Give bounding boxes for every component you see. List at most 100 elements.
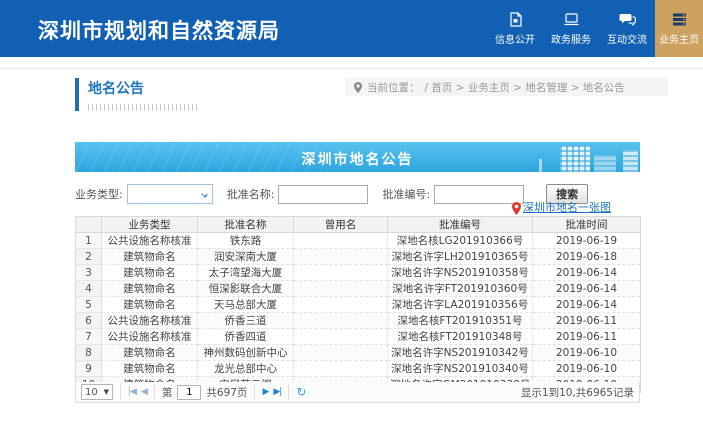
table-row[interactable]: 8 建筑物命名 神州数码创新中心 深地名许字NS201910342号 2019-…	[76, 345, 641, 361]
former-name-cell	[294, 329, 388, 345]
section-title-block: 地名公告	[75, 78, 200, 111]
map-pin-icon	[512, 202, 521, 215]
next-page-button[interactable]: ▶	[262, 387, 268, 397]
business-type-select[interactable]	[127, 184, 213, 204]
business-type-label: 业务类型:	[75, 186, 123, 202]
col-header-name: 批准名称	[198, 217, 294, 233]
table-row[interactable]: 6 公共设施名称核准 侨香三道 深地名核FT201910351号 2019-06…	[76, 313, 641, 329]
page-number-input[interactable]	[177, 385, 201, 400]
row-index-cell: 2	[76, 249, 102, 265]
approved-name-input[interactable]	[278, 185, 368, 204]
banner-building-graphic	[594, 155, 616, 172]
table-row[interactable]: 7 公共设施名称核准 侨香四道 深地名核FT201910348号 2019-06…	[76, 329, 641, 345]
approval-code-cell: 深地名许字LH201910365号	[388, 249, 533, 265]
map-link-label: 深圳市地名一张图	[523, 199, 611, 215]
approval-date-cell: 2019-06-10	[533, 361, 641, 377]
approval-code-cell: 深地名许字NS201910358号	[388, 265, 533, 281]
nav-item-gov-services[interactable]: 政务服务	[543, 0, 599, 57]
table-body: 1 公共设施名称核准 铁东路 深地名核LG201910366号 2019-06-…	[76, 233, 641, 393]
top-nav: 信息公开 政务服务 互动交流	[487, 0, 655, 57]
nav-label: 互动交流	[607, 31, 647, 46]
approved-name-label: 批准名称:	[227, 186, 275, 202]
approved-name-cell: 侨香四道	[198, 329, 294, 345]
col-header-former: 曾用名	[294, 217, 388, 233]
business-type-cell: 建筑物命名	[102, 345, 198, 361]
monitor-icon	[563, 12, 580, 27]
business-type-cell: 建筑物命名	[102, 361, 198, 377]
former-name-cell	[294, 345, 388, 361]
divider	[154, 385, 155, 399]
row-index-cell: 3	[76, 265, 102, 281]
refresh-button[interactable]: ↻	[296, 385, 306, 399]
business-type-cell: 建筑物命名	[102, 265, 198, 281]
business-type-cell: 建筑物命名	[102, 249, 198, 265]
divider	[120, 385, 121, 399]
business-type-cell: 公共设施名称核准	[102, 329, 198, 345]
row-index-cell: 1	[76, 233, 102, 249]
former-name-cell	[294, 313, 388, 329]
col-header-code: 批准编号	[388, 217, 533, 233]
announcements-table: 业务类型 批准名称 曾用名 批准编号 批准时间 1 公共设施名称核准 铁东路 深…	[75, 216, 641, 393]
total-pages-label: 共697页	[206, 385, 247, 400]
business-type-cell: 建筑物命名	[102, 281, 198, 297]
approval-code-cell: 深地名许字LA201910356号	[388, 297, 533, 313]
approval-date-cell: 2019-06-19	[533, 233, 641, 249]
approval-code-cell: 深地名许字FT201910360号	[388, 281, 533, 297]
row-index-cell: 6	[76, 313, 102, 329]
approval-date-cell: 2019-06-10	[533, 345, 641, 361]
first-page-button[interactable]: |◀	[128, 387, 136, 397]
table-row[interactable]: 4 建筑物命名 恒深影联合大厦 深地名许字FT201910360号 2019-0…	[76, 281, 641, 297]
chat-icon	[619, 12, 636, 27]
row-index-cell: 4	[76, 281, 102, 297]
approval-code-input[interactable]	[434, 185, 524, 204]
nav-item-business-home[interactable]: 业务主页	[655, 0, 703, 57]
business-type-cell: 公共设施名称核准	[102, 233, 198, 249]
row-index-cell: 9	[76, 361, 102, 377]
site-header: 深圳市规划和自然资源局 信息公开 政务服务 互动交流 业务主页	[0, 0, 703, 57]
nav-item-info-disclosure[interactable]: 信息公开	[487, 0, 543, 57]
map-link[interactable]: 深圳市地名一张图	[512, 199, 611, 215]
banner-building-graphic	[623, 150, 638, 172]
approval-code-cell: 深地名核FT201910351号	[388, 313, 533, 329]
divider	[288, 385, 289, 399]
location-pin-icon	[354, 82, 362, 93]
approved-name-cell: 侨香三道	[198, 313, 294, 329]
approval-date-cell: 2019-06-14	[533, 297, 641, 313]
record-count-summary: 显示1到10,共6965记录	[521, 385, 634, 400]
last-page-button[interactable]: ▶|	[273, 387, 281, 397]
col-header-type: 业务类型	[102, 217, 198, 233]
breadcrumb-path[interactable]: / 首页 > 业务主页 > 地名管理 > 地名公告	[425, 80, 625, 95]
col-header-date: 批准时间	[533, 217, 641, 233]
nav-label: 信息公开	[495, 31, 535, 46]
banner-building-graphic	[560, 146, 590, 172]
approval-code-cell: 深地名许字NS201910340号	[388, 361, 533, 377]
row-index-cell: 7	[76, 329, 102, 345]
col-header-index	[76, 217, 102, 233]
pagination-bar: 10 ▼ |◀ ◀ 第 共697页 ▶ ▶| ↻ 显示1到10,共6965记录	[75, 382, 640, 403]
table-row[interactable]: 2 建筑物命名 润安深南大厦 深地名许字LH201910365号 2019-06…	[76, 249, 641, 265]
approved-name-cell: 龙光总部中心	[198, 361, 294, 377]
approval-code-cell: 深地名核LG201910366号	[388, 233, 533, 249]
table-row[interactable]: 9 建筑物命名 龙光总部中心 深地名许字NS201910340号 2019-06…	[76, 361, 641, 377]
former-name-cell	[294, 297, 388, 313]
former-name-cell	[294, 249, 388, 265]
chevron-down-icon	[201, 191, 208, 198]
list-icon	[671, 12, 688, 27]
prev-page-button[interactable]: ◀	[141, 387, 147, 397]
approval-date-cell: 2019-06-11	[533, 313, 641, 329]
approval-date-cell: 2019-06-18	[533, 249, 641, 265]
row-index-cell: 8	[76, 345, 102, 361]
approved-name-cell: 天马总部大厦	[198, 297, 294, 313]
table-row[interactable]: 5 建筑物命名 天马总部大厦 深地名许字LA201910356号 2019-06…	[76, 297, 641, 313]
nav-item-interaction[interactable]: 互动交流	[599, 0, 655, 57]
approval-code-label: 批准编号:	[382, 186, 430, 202]
approval-code-cell: 深地名核FT201910348号	[388, 329, 533, 345]
table-header: 业务类型 批准名称 曾用名 批准编号 批准时间	[76, 217, 641, 233]
page-size-select[interactable]: 10 ▼	[81, 384, 113, 400]
table-row[interactable]: 1 公共设施名称核准 铁东路 深地名核LG201910366号 2019-06-…	[76, 233, 641, 249]
page-title: 地名公告	[88, 78, 200, 98]
business-type-cell: 公共设施名称核准	[102, 313, 198, 329]
approved-name-cell: 铁东路	[198, 233, 294, 249]
former-name-cell	[294, 265, 388, 281]
table-row[interactable]: 3 建筑物命名 太子湾望海大厦 深地名许字NS201910358号 2019-0…	[76, 265, 641, 281]
